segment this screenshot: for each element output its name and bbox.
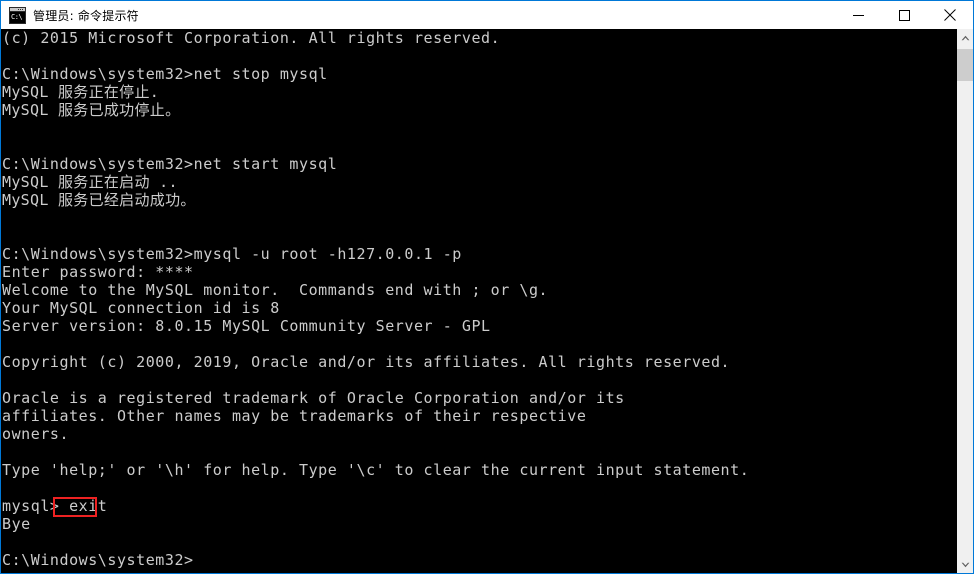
- scrollbar-thumb[interactable]: [957, 49, 973, 81]
- maximize-icon: [898, 9, 910, 21]
- console-line: C:\Windows\system32>net start mysql: [2, 155, 338, 173]
- console-line: Your MySQL connection id is 8: [2, 299, 280, 317]
- window-controls: [835, 1, 973, 29]
- window-title: 管理员: 命令提示符: [33, 8, 139, 23]
- console-output-area[interactable]: (c) 2015 Microsoft Corporation. All righ…: [1, 29, 957, 573]
- console-line: Oracle is a registered trademark of Orac…: [2, 389, 625, 407]
- console-line: MySQL 服务正在停止.: [2, 83, 160, 101]
- console-line: (c) 2015 Microsoft Corporation. All righ…: [2, 29, 501, 47]
- console-line: MySQL 服务正在启动 ..: [2, 173, 178, 191]
- console-line: Copyright (c) 2000, 2019, Oracle and/or …: [2, 353, 731, 371]
- console-text: (c) 2015 Microsoft Corporation. All righ…: [1, 29, 749, 569]
- maximize-button[interactable]: [881, 1, 927, 29]
- console-line: MySQL 服务已经启动成功。: [2, 191, 196, 209]
- close-button[interactable]: [927, 1, 973, 29]
- console-line: Server version: 8.0.15 MySQL Community S…: [2, 317, 491, 335]
- minimize-button[interactable]: [835, 1, 881, 29]
- title-bar[interactable]: C:\ 管理员: 命令提示符: [1, 1, 973, 29]
- minimize-icon: [852, 14, 864, 16]
- console-line: MySQL 服务已成功停止。: [2, 101, 181, 119]
- scroll-up-arrow[interactable]: [957, 29, 973, 46]
- scroll-down-arrow[interactable]: [957, 556, 973, 573]
- console-line: affiliates. Other names may be trademark…: [2, 407, 587, 425]
- console-line: C:\Windows\system32>mysql -u root -h127.…: [2, 245, 462, 263]
- command-prompt-window: C:\ 管理员: 命令提示符 (c) 2015 Microsoft Corpor…: [0, 0, 974, 574]
- exit-command-highlight: [53, 497, 97, 517]
- icon-screen-text: C:\: [10, 11, 25, 23]
- console-line: Enter password: ****: [2, 263, 194, 281]
- console-line: Welcome to the MySQL monitor. Commands e…: [2, 281, 549, 299]
- chevron-up-icon: [961, 35, 969, 40]
- vertical-scrollbar[interactable]: [957, 29, 973, 573]
- chevron-down-icon: [961, 562, 969, 567]
- close-icon: [944, 9, 956, 21]
- console-line-annotated: mysql> exit: [2, 497, 108, 517]
- console-line: C:\Windows\system32>: [2, 551, 194, 569]
- console-line: Type 'help;' or '\h' for help. Type '\c'…: [2, 461, 750, 479]
- cmd-console-icon: C:\: [9, 6, 26, 24]
- console-line: Bye: [2, 515, 31, 533]
- console-line: C:\Windows\system32>net stop mysql: [2, 65, 328, 83]
- console-line: owners.: [2, 425, 70, 443]
